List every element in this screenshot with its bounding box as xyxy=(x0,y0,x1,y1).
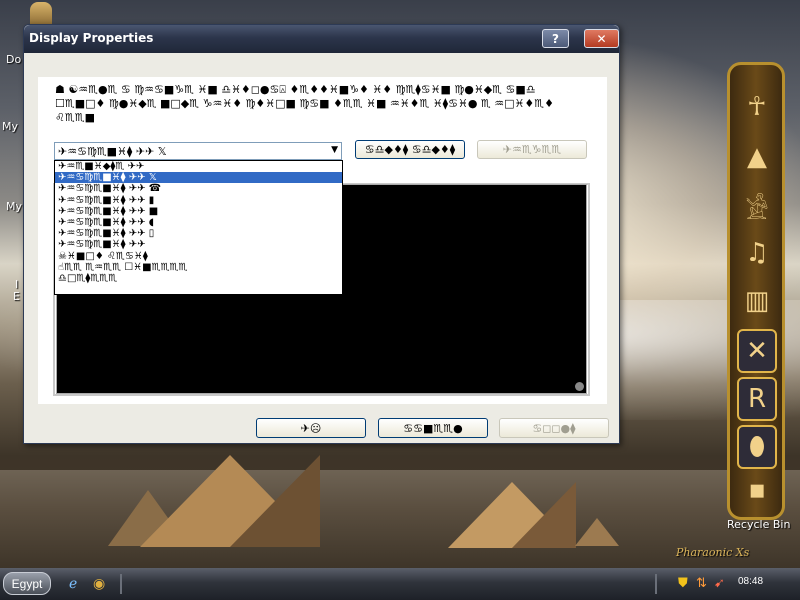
list-item[interactable]: ✈♒♋♍♏■♓⧫ ✈✈ ▮ xyxy=(55,195,342,206)
list-item[interactable]: ✈♒♋♍♏■♓⧫ ✈✈ xyxy=(55,239,342,250)
taskbar-separator xyxy=(655,574,657,594)
desktop-label-my-network[interactable]: My xyxy=(6,200,22,213)
list-item[interactable]: ✈♒♋♍♏■♓⧫ ✈✈ ◖ xyxy=(55,217,342,228)
screensaver-dropdown-list: ✈♒♏■♓◆⧫♏ ✈✈ ✈♒♋♍♏■♓⧫ ✈✈ 𝕏 ✈♒♋♍♏■♓⧫ ✈✈ ☎ … xyxy=(54,160,343,295)
eye-of-ra-icon[interactable]: ◉ xyxy=(93,576,105,592)
combo-value: ✈♒♋♍♏■♓⧫ ✈✈ 𝕏 xyxy=(58,145,167,158)
list-item[interactable]: ✈♒♋♍♏■♓⧫ ✈✈ ▯ xyxy=(55,228,342,239)
system-tray: ⛊ ⇅ ➹ 08:48 xyxy=(668,568,800,600)
ok-button[interactable]: ✈☹ xyxy=(256,418,366,438)
pyramid-small xyxy=(575,518,619,546)
list-item[interactable]: ✈♒♏■♓◆⧫♏ ✈✈ xyxy=(55,161,342,172)
close-button[interactable]: ✕ xyxy=(584,29,619,48)
list-item[interactable]: ✈♒♋♍♏■♓⧫ ✈✈ ■ xyxy=(55,206,342,217)
grip-icon xyxy=(575,382,584,391)
settings-button[interactable]: ♋♎◆♦⧫ ♋♎◆♦⧫ xyxy=(355,140,465,159)
list-item[interactable]: ♎□♏⧫♏♏♏ xyxy=(55,273,342,284)
book-icon[interactable]: ▥ xyxy=(737,279,777,323)
tools-icon[interactable]: ✕ xyxy=(737,329,777,373)
list-item[interactable]: ☝♏♏ ♏♒♏♏ ☐♓■♏♏♏♏ xyxy=(55,262,342,273)
desktop-user-icon[interactable] xyxy=(30,2,52,26)
help-button[interactable]: ? xyxy=(542,29,569,48)
clock[interactable]: 08:48 xyxy=(738,576,763,587)
pyramids-icon[interactable]: ▲ xyxy=(737,135,777,179)
pharaoh-mask-icon[interactable]: ☥ xyxy=(737,85,777,129)
side-dock: ☥ ▲ 𓀀 ♫ ▥ ✕ R ⬮ ▪ xyxy=(727,62,785,520)
security-shield-icon[interactable]: ⛊ xyxy=(678,576,688,591)
update-icon[interactable]: ➹ xyxy=(714,576,725,591)
harp-icon[interactable]: ♫ xyxy=(737,231,777,275)
brand-logo-text: Pharaonic Xs xyxy=(676,546,750,559)
cartouche-icon[interactable]: ⬮ xyxy=(737,425,777,469)
scribe-icon[interactable]: 𓀀 xyxy=(737,185,777,229)
internet-explorer-icon[interactable]: ℯ xyxy=(69,576,77,592)
desktop-label-documents[interactable]: Do xyxy=(6,53,21,66)
taskbar: Egypt ℯ ◉ ⛊ ⇅ ➹ 08:48 xyxy=(0,568,800,600)
list-item[interactable]: ☠♓■□♦ ♌♏♋♓⧫ xyxy=(55,251,342,262)
pyramid-middle-shadow xyxy=(512,482,576,548)
taskbar-separator xyxy=(120,574,122,594)
panel-description: ☗ ☯♒♏●♏ ♋ ♍♒♋■♑♏ ♓■ ♎♓♦◻●♋⍓ ♦♏♦♦♓■♑♦ ♓♦ … xyxy=(55,83,554,124)
recycle-bin-label[interactable]: Recycle Bin xyxy=(727,518,790,531)
list-item-selected[interactable]: ✈♒♋♍♏■♓⧫ ✈✈ 𝕏 xyxy=(55,172,342,184)
list-item[interactable]: ✈♒♋♍♏■♓⧫ ✈✈ ☎ xyxy=(55,183,342,194)
r-tools-icon[interactable]: R xyxy=(737,377,777,421)
title-bar[interactable]: Display Properties ? ✕ xyxy=(24,25,619,53)
cancel-button[interactable]: ♋♋■♏♏● xyxy=(378,418,488,438)
start-button[interactable]: Egypt xyxy=(3,572,51,595)
small-item-icon[interactable]: ▪ xyxy=(737,475,777,505)
chevron-down-icon[interactable]: ▼ xyxy=(331,145,338,155)
pyramid-large-shadow xyxy=(230,455,320,547)
window-title: Display Properties xyxy=(29,31,154,45)
apply-button[interactable]: ♋◻◻●⧫ xyxy=(499,418,609,438)
desktop-label-explorer[interactable]: E xyxy=(13,290,20,303)
screensaver-combo[interactable]: ✈♒♋♍♏■♓⧫ ✈✈ 𝕏 ▼ xyxy=(54,142,342,160)
desktop-label-my-computer[interactable]: My xyxy=(2,120,18,133)
network-icon[interactable]: ⇅ xyxy=(696,576,707,591)
preview-button[interactable]: ✈♒♏♑♏♏ xyxy=(477,140,587,159)
